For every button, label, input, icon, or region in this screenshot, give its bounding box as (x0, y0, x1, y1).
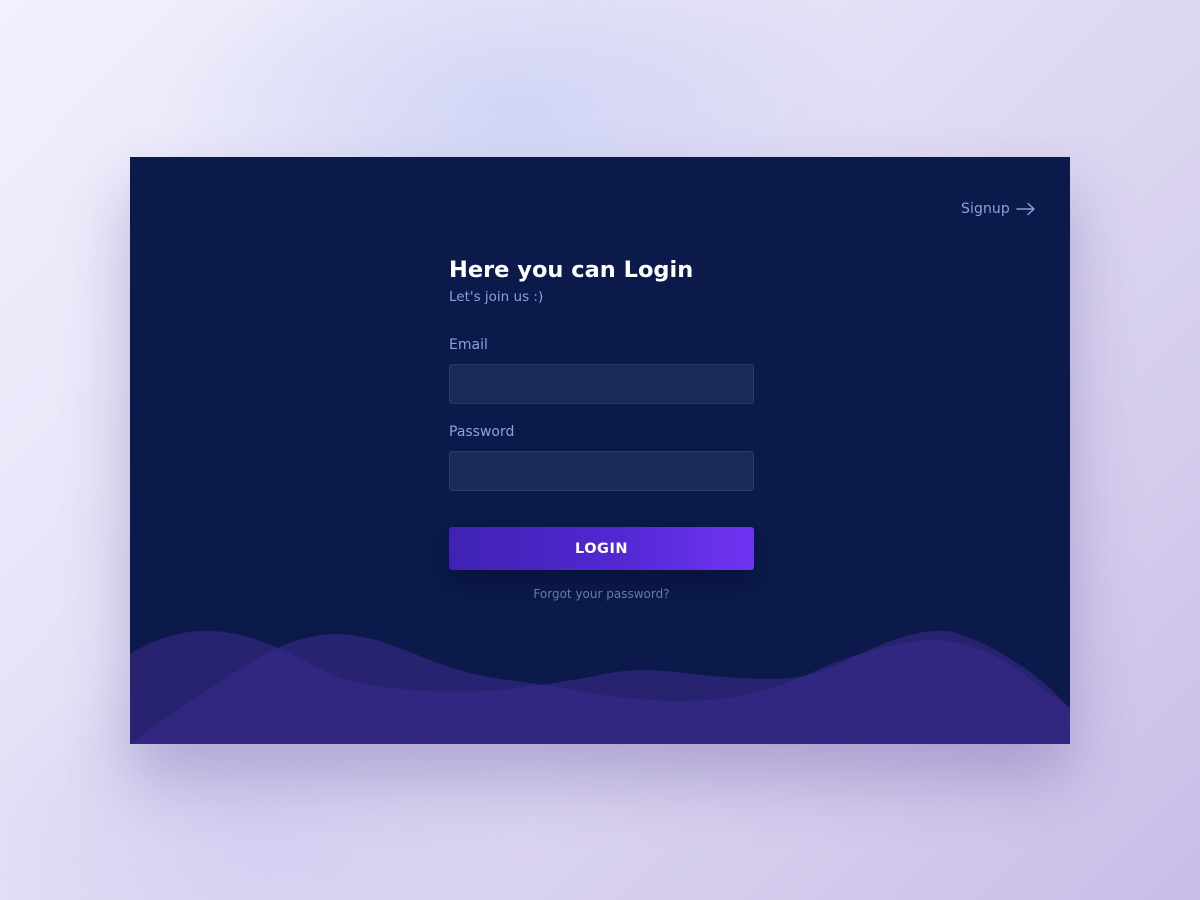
email-field[interactable] (449, 364, 754, 404)
page-subtitle: Let's join us :) (449, 289, 544, 305)
page-title: Here you can Login (449, 257, 694, 283)
signup-link[interactable]: Signup (961, 201, 1036, 217)
arrow-right-icon (1016, 202, 1036, 216)
login-form: Here you can Login Let's join us :) Emai… (449, 255, 754, 601)
password-field[interactable] (449, 451, 754, 491)
wave-decoration (130, 630, 1070, 744)
login-card: Signup Here you can Login Let's join us … (130, 157, 1070, 744)
login-button[interactable]: LOGIN (449, 527, 754, 570)
forgot-password-link[interactable]: Forgot your password? (449, 587, 754, 601)
email-label: Email (449, 337, 488, 353)
signup-label: Signup (961, 201, 1010, 217)
password-label: Password (449, 424, 515, 440)
